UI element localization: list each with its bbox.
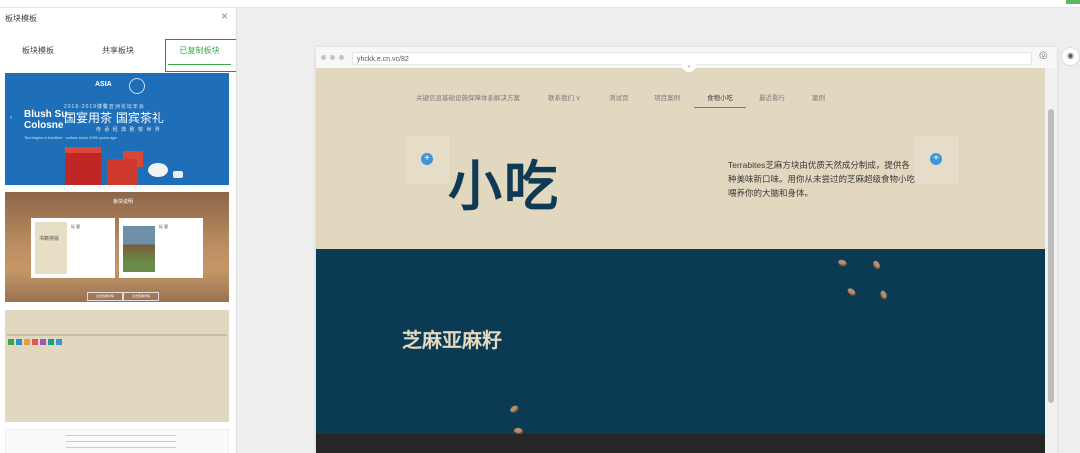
nav-item[interactable]: 测试页 <box>609 92 629 102</box>
color-swatch <box>40 339 46 345</box>
seed-image <box>846 286 857 298</box>
chevron-left-icon: ‹ <box>10 115 12 121</box>
asia-logo: ASIA <box>95 81 112 88</box>
panel-title: 板块模板 <box>5 14 37 23</box>
add-block-area[interactable]: + <box>913 135 960 185</box>
add-icon[interactable]: + <box>930 153 942 165</box>
tab-shared-blocks[interactable]: 共享板块 <box>88 38 148 68</box>
tab-block-templates[interactable]: 板块模板 <box>8 38 68 68</box>
globe-icon[interactable]: ◎ <box>1039 50 1048 61</box>
top-bar <box>0 0 1080 8</box>
nav-item[interactable]: 关键信息基础设施保障体系解决方案 <box>416 92 520 102</box>
tea-box <box>107 159 137 185</box>
book-image: 书籍排版 <box>35 222 67 274</box>
table-line <box>66 435 176 436</box>
seed-image <box>837 258 848 268</box>
nav-item[interactable]: 最近看行 <box>759 92 785 102</box>
table-line <box>66 447 176 448</box>
highlight-box <box>165 39 236 72</box>
template-thumbnail-tea[interactable]: ASIA ‹ Blush Su Colosne 2018-2019博鳌亚洲论坛年… <box>5 73 229 185</box>
seed-image <box>879 289 888 301</box>
template-thumbnail-beige[interactable] <box>5 310 229 422</box>
window-dot <box>339 55 344 60</box>
emblem-icon <box>129 78 145 94</box>
window-dot <box>321 55 326 60</box>
color-swatch <box>16 339 22 345</box>
product-section: 芝麻亚麻籽 <box>316 249 1045 435</box>
preview-window: yhckk.e.cn.vc/82 ◎ ⌄ 关键信息基础设施保障体系解决方案 联系… <box>316 47 1057 453</box>
color-swatch <box>48 339 54 345</box>
top-accent <box>1066 0 1080 4</box>
nav-underline <box>694 107 746 108</box>
template-panel: 板块模板 × 板块模板 共享板块 已复制板块 ASIA ‹ Blush Su C… <box>0 8 237 453</box>
nav-item-active[interactable]: 食物小吃 <box>707 92 733 102</box>
thumb-card: 书籍排版 标 题 <box>31 218 115 278</box>
site-page: ⌄ 关键信息基础设施保障体系解决方案 联系我们 ∨ 测试页 项目案例 食物小吃 … <box>316 62 1045 453</box>
thumb-tagline: Tea begins a tradition · culture since 2… <box>24 135 117 140</box>
card-text: 标 题 <box>71 224 81 229</box>
template-thumbnail-table[interactable] <box>5 429 229 453</box>
divider <box>7 334 227 336</box>
nav-item[interactable]: 项目案例 <box>654 92 680 102</box>
add-icon[interactable]: + <box>421 153 433 165</box>
color-swatch <box>8 339 14 345</box>
site-nav: 关键信息基础设施保障体系解决方案 联系我们 ∨ 测试页 项目案例 食物小吃 最近… <box>316 92 1045 110</box>
color-swatch <box>56 339 62 345</box>
close-icon[interactable]: × <box>221 9 228 23</box>
card-text: 标 题 <box>159 224 169 229</box>
tea-box <box>65 147 101 185</box>
hero-section: ⌄ 关键信息基础设施保障体系解决方案 联系我们 ∨ 测试页 项目案例 食物小吃 … <box>316 62 1045 249</box>
add-block-area[interactable]: + <box>404 135 451 185</box>
scrollbar-thumb[interactable] <box>1048 109 1054 403</box>
drag-handle-icon[interactable]: ⌄ <box>682 62 696 72</box>
window-dot <box>330 55 335 60</box>
thumb-button: 点击查看详情 <box>123 292 159 301</box>
book-text: 书籍排版 <box>39 236 60 242</box>
section-title: 芝麻亚麻籽 <box>402 330 502 352</box>
thumb-button: 点击查看详情 <box>87 292 123 301</box>
seed-image <box>509 404 520 414</box>
thumb-header: 板块说明 <box>113 199 134 205</box>
nav-item[interactable]: 案例 <box>812 92 825 102</box>
color-swatch <box>24 339 30 345</box>
thumb-brand: Blush Su Colosne <box>24 109 68 131</box>
table-line <box>66 441 176 442</box>
footer-bar <box>316 434 1045 453</box>
hero-title: 小吃 <box>448 157 560 217</box>
teacup <box>173 171 183 178</box>
thumb-calligraphy: 国宴用茶 国宾茶礼 <box>64 111 164 125</box>
nav-item[interactable]: 联系我们 ∨ <box>548 92 581 102</box>
thumb-card: 标 题 <box>119 218 203 278</box>
building-image <box>123 226 155 272</box>
hero-description: Terrabites芝麻方块由优质天然成分制成，提供各种美味新口味。用你从未尝过… <box>728 160 916 198</box>
seed-image <box>871 259 882 271</box>
preview-eye-icon[interactable]: ◉ <box>1061 47 1080 66</box>
scrollbar[interactable] <box>1045 68 1057 453</box>
template-thumbnail-gallery[interactable]: 板块说明 书籍排版 标 题 标 题 点击查看详情 点击查看详情 <box>5 192 229 302</box>
color-swatch <box>32 339 38 345</box>
teapot <box>148 163 168 177</box>
thumb-subtitle-2: 传 承 经 典 致 敬 世 界 <box>96 127 161 133</box>
